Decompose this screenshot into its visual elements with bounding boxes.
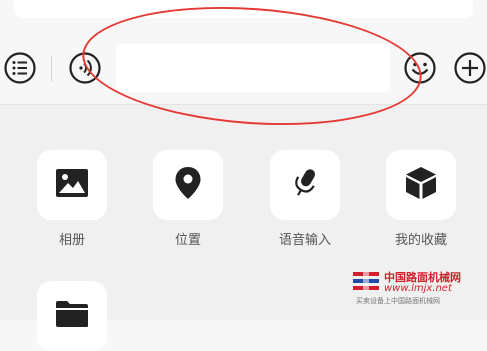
image-icon — [55, 168, 89, 202]
microphone-icon — [290, 166, 320, 204]
voice-input-label: 语音输入 — [278, 233, 331, 248]
list-icon[interactable] — [3, 51, 37, 85]
watermark-url: www.lmjx.net — [384, 283, 452, 294]
watermark-subtitle: 买卖设备上中国路面机械网 — [356, 297, 440, 305]
watermark: 中国路面机械网 www.lmjx.net 买卖设备上中国路面机械网 — [352, 268, 484, 308]
watermark-logo-icon — [352, 270, 380, 292]
toolbar-divider — [51, 56, 52, 82]
plus-icon[interactable] — [453, 51, 487, 85]
cube-icon — [404, 165, 438, 205]
location-label: 位置 — [174, 233, 201, 248]
favorites-button[interactable] — [386, 150, 456, 220]
file-button[interactable] — [37, 281, 107, 351]
folder-icon — [55, 300, 89, 332]
location-pin-icon — [174, 166, 202, 204]
album-button[interactable] — [37, 150, 107, 220]
favorites-label: 我的收藏 — [394, 233, 447, 248]
location-button[interactable] — [153, 150, 223, 220]
album-label: 相册 — [58, 233, 85, 248]
voice-input-button[interactable] — [270, 150, 340, 220]
